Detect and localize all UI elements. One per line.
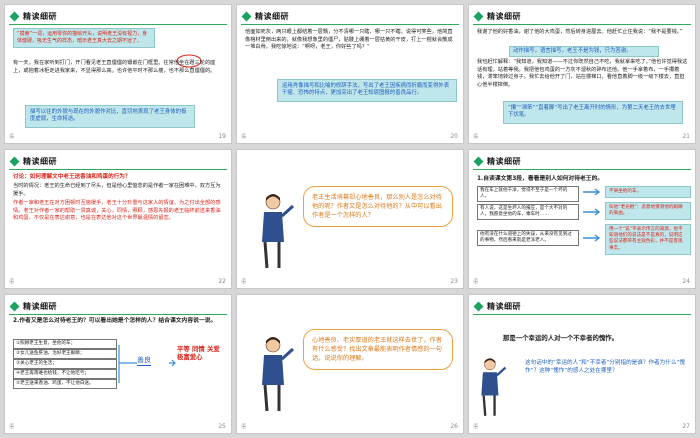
answer-box: 叫他“老光棍”：恶意地猜测他的眼睛的来由。 [605, 202, 691, 221]
header-rule [473, 314, 691, 315]
header-rule [9, 24, 227, 25]
slide-number: 21 [682, 133, 690, 140]
slide-footer: 语 [241, 279, 247, 285]
slide-header: 精读细研 [9, 10, 57, 22]
slide-footer: 语 [473, 279, 479, 285]
answer-box: 用一个“说”字表示传言的来源，他不知道他们的说法是不是真的，说明这些说法都带有主… [605, 224, 691, 255]
header-rule [473, 24, 691, 25]
slide-number: 20 [450, 133, 458, 140]
list-item: ⑤老王送来香油、鸡蛋，不让他白送。 [13, 379, 117, 389]
slide-note: 动作描写，语言描写，老王不是为钱，只为答谢。 [509, 46, 659, 58]
slide-paragraph: 有一天，我在家听到打门，开门看见老王直僵僵的镶嵌在门框里。往常他坐在蹬三轮的座上… [13, 60, 216, 74]
list-item: ①照顾老王生意，坐他的车； [13, 339, 117, 349]
header-rule [241, 24, 459, 25]
slide-thumbnail-19[interactable]: 精读细研 “摸索”一词，运用零你的描绘开头，说明老王没有视力，身体健硬，吸无生气… [4, 4, 232, 144]
slide-thumbnail-23[interactable]: 老王生活境幕却心地善良，那么别人是怎么对待他的呢？作者又是怎么对待他的？从中可以… [236, 149, 464, 289]
header-rule [473, 169, 691, 170]
slide-footer: 语 [9, 424, 15, 430]
keyword-kind: 善良 [137, 356, 151, 366]
slide-number: 23 [450, 278, 458, 285]
question-bubble: 心地善良、老实厚道的老王就这样去世了，作者有什么感受？找出文章最能表明作者情感的… [303, 329, 453, 370]
diamond-icon [241, 11, 252, 21]
slide-number: 25 [218, 423, 226, 430]
slide-paragraph: 当时的情况：老王的生命已经到了尽头，但是他心里惦念的是作者一家在困难中，双方互为… [13, 183, 221, 197]
slide-footer: 语 [473, 134, 479, 140]
keyword-list: 平等 同情 关爱 极富爱心 [177, 345, 220, 361]
slide-header: 精读细研 [473, 155, 521, 167]
slide-footer: 语 [9, 134, 15, 140]
header-rule [9, 169, 227, 170]
slide-header: 精读细研 [9, 155, 57, 167]
slide-thumbnail-20[interactable]: 精读细研 他面如死灰，两只眼上都结着一层翳，分不清哪一只瞎、哪一只不瞎。说得可笑… [236, 4, 464, 144]
slide-number: 24 [682, 278, 690, 285]
slide-paragraph: 我谢了他的好香油，谢了他的大鸡蛋，然后转身进屋去。他赶忙止住我说：“我不是要钱。… [477, 29, 683, 35]
slide-title: 2.作者又是怎么对待老王的？可以看出她是个怎样的人？结合课文内容说一说。 [13, 318, 217, 324]
slide-number: 22 [218, 278, 226, 285]
quote-box: 有人说，这是生坏人的报应，是个大不对的人，我愿意坐他的车，乘车时…… [477, 204, 579, 220]
slide-paragraph: 他面如死灰，两只眼上都结着一层翳，分不清哪一只瞎、哪一只不瞎。说得可笑些，他简直… [245, 29, 453, 51]
slide-paragraph: 作者一家和老王在对方困顿时互施援手，老王十分珍重与这家人的情谊，为之付出全部的感… [13, 200, 221, 222]
arrows-icon [583, 188, 601, 242]
header-rule [9, 314, 227, 315]
slide-header: 精读细研 [9, 300, 57, 312]
slide-number: 19 [218, 133, 226, 140]
slide-note: “攥”“滞笨”“直着脚”写出了老王离开时的情形，为第二天老王的去世埋下伏笔。 [503, 101, 683, 124]
answer-box: 不屑坐他的车。 [605, 186, 691, 199]
list-item: ②女儿送鱼肝油，治好老王眼睛； [13, 349, 117, 359]
teacher-icon [262, 337, 295, 412]
slide-footer: 语 [473, 424, 479, 430]
slide-thumbnail-25[interactable]: 精读细研 2.作者又是怎么对待老王的？可以看出她是个怎样的人？结合课文内容说一说… [4, 294, 232, 434]
list-item: ③关心老王的生活； [13, 359, 117, 369]
slide-footer: 语 [9, 279, 15, 285]
slide-note: 描写以往的外貌与现在的外貌作对比，直切地表现了老王身体的极度虚弱，生命将逝。 [25, 105, 195, 128]
quote-box: 他有没在什么道德上的失误，从来没有见到过的事物，然后看来就是老派老人。 [477, 230, 579, 246]
slide-thumbnail-24[interactable]: 精读细研 1.自读课文第3段，看看是别人如何对待老王的。 我在车上就他干净，觉得… [468, 149, 696, 289]
diamond-icon [473, 156, 484, 166]
quote-box: 我在车上就他干净，觉得不至于是一个坏的人。 [477, 186, 579, 202]
question-text: 这句话中的“幸运的人”和“不幸者”分别指的是谁？作者为什么“愧怍”？这种“愧怍”… [525, 360, 685, 374]
slide-header: 精读细研 [473, 300, 521, 312]
slide-thumbnail-27[interactable]: 精读细研 那是一个幸运的人对一个不幸者的愧怍。 这句话中的“幸运的人”和“不幸者… [468, 294, 696, 434]
annotation-callout: “摸索”一词，运用零你的描绘开头，说明老王没有视力，身体健硬，吸无生气的样态，暗… [13, 28, 155, 48]
teacher-icon [262, 194, 295, 269]
slide-paragraph: 我也赶忙解释：“我知道，我知道——不过你既然自己不吃，我就拿来吃了。”他也许觉得… [477, 59, 688, 88]
diamond-icon [473, 301, 484, 311]
discussion-question: 讨论：如何理解文中老王送香油和鸡蛋的行为？ [13, 174, 131, 180]
diamond-icon [9, 11, 20, 21]
key-sentence: 那是一个幸运的人对一个不幸者的愧怍。 [503, 334, 619, 342]
slide-thumbnail-22[interactable]: 精读细研 讨论：如何理解文中老王送香油和鸡蛋的行为？ 当时的情况：老王的生命已经… [4, 149, 232, 289]
teacher-icon [481, 358, 507, 416]
slide-footer: 语 [241, 424, 247, 430]
diamond-icon [473, 11, 484, 21]
diamond-icon [9, 156, 20, 166]
slide-number: 26 [450, 423, 458, 430]
slide-header: 精读细研 [473, 10, 521, 22]
slide-header: 精读细研 [241, 10, 289, 22]
slide-title: 1.自读课文第3段，看看是别人如何对待老王的。 [477, 176, 604, 182]
list-item: ④老王再落难也给钱，不让他吃亏； [13, 369, 117, 379]
slide-thumbnail-21[interactable]: 精读细研 我谢了他的好香油，谢了他的大鸡蛋，然后转身进屋去。他赶忙止住我说：“我… [468, 4, 696, 144]
diamond-icon [9, 301, 20, 311]
slide-number: 27 [682, 423, 690, 430]
question-bubble: 老王生活境幕却心地善良，那么别人是怎么对待他的呢？作者又是怎么对待他的？从中可以… [303, 186, 453, 227]
slide-note: 运用肖像描写和比喻的修辞手法，写出了老王因疾病而折磨而变得外表干瘦、恐怖的特点，… [277, 79, 457, 102]
slide-thumbnail-26[interactable]: 心地善良、老实厚道的老王就这样去世了，作者有什么感受？找出文章最能表明作者情感的… [236, 294, 464, 434]
slide-footer: 语 [241, 134, 247, 140]
